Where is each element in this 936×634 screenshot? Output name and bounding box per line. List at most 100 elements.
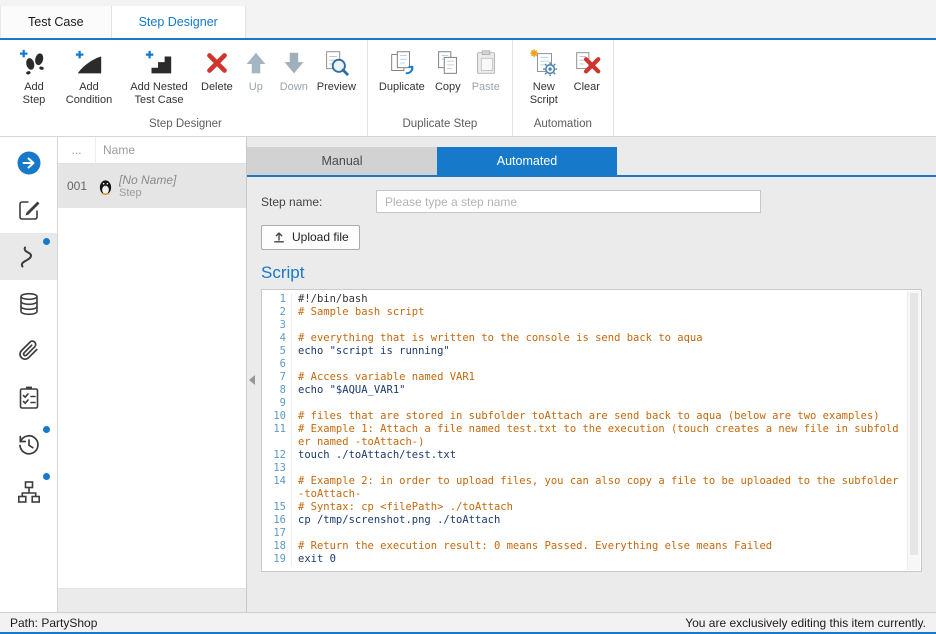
line-number: 1 xyxy=(262,293,292,306)
tab-test-case[interactable]: Test Case xyxy=(0,6,112,38)
ribbon-buttons: Duplicate Copy xyxy=(375,44,505,114)
move-down-button[interactable]: Down xyxy=(275,44,313,97)
code-text: # everything that is written to the cons… xyxy=(298,332,903,345)
rail-item-checklist[interactable] xyxy=(0,374,57,421)
duplicate-button[interactable]: Duplicate xyxy=(375,44,429,97)
code-line: 15# Syntax: cp <filePath> ./toAttach xyxy=(262,501,903,514)
step-name-input[interactable] xyxy=(376,190,761,213)
line-number: 10 xyxy=(262,410,292,423)
code-line: 14# Example 2: in order to upload files,… xyxy=(262,475,903,501)
script-heading: Script xyxy=(261,263,922,283)
line-number: 17 xyxy=(262,527,292,540)
move-up-icon xyxy=(241,47,271,79)
status-path: Path: PartyShop xyxy=(10,616,97,630)
rail-item-edit[interactable] xyxy=(0,186,57,233)
new-script-button[interactable]: New Script xyxy=(520,44,568,110)
ribbon-buttons: New Script Clear xyxy=(520,44,606,114)
add-nested-test-case-button[interactable]: Add Nested Test Case xyxy=(121,44,197,110)
clear-button[interactable]: Clear xyxy=(568,44,606,97)
main-area: ... Name 001 [No Name] Step xyxy=(0,137,936,612)
code-line: 16cp /tmp/screnshot.png ./toAttach xyxy=(262,514,903,527)
details-arrow-icon xyxy=(16,150,42,176)
rail-item-history[interactable] xyxy=(0,421,57,468)
ribbon-group-step-designer: Add Step Add Condition xyxy=(4,40,368,136)
upload-icon xyxy=(272,230,286,244)
upload-row: Upload file xyxy=(261,225,922,250)
script-editor[interactable]: 1 #!/bin/bash2# Sample bash script34 # eve… xyxy=(261,289,922,572)
code-text: exit 0 xyxy=(298,553,903,566)
line-number: 6 xyxy=(262,358,292,371)
upload-file-label: Upload file xyxy=(292,230,349,244)
code-text xyxy=(298,358,903,371)
ribbon: Add Step Add Condition xyxy=(0,40,936,137)
move-down-icon xyxy=(279,47,309,79)
code-line: 7 # Access variable named VAR1 xyxy=(262,371,903,384)
code-text: touch ./toAttach/test.txt xyxy=(298,449,903,462)
preview-icon xyxy=(321,47,351,79)
move-up-button[interactable]: Up xyxy=(237,44,275,97)
edit-icon xyxy=(16,197,42,223)
step-name-row: Step name: xyxy=(261,190,922,213)
code-line: 13 xyxy=(262,462,903,475)
rail-item-data[interactable] xyxy=(0,280,57,327)
upload-file-button[interactable]: Upload file xyxy=(261,225,360,250)
step-list-empty-area xyxy=(58,208,246,588)
add-step-icon xyxy=(19,47,49,79)
code-text: cp /tmp/screnshot.png ./toAttach xyxy=(298,514,903,527)
ribbon-group-label: Automation xyxy=(520,114,606,135)
linux-penguin-icon xyxy=(98,178,113,195)
clear-label: Clear xyxy=(574,81,600,94)
scrollbar-thumb[interactable] xyxy=(910,293,918,555)
step-list-header: ... Name xyxy=(58,137,246,164)
code-line: 8echo "$AQUA_VAR1" xyxy=(262,384,903,397)
code-text: # files that are stored in subfolder toA… xyxy=(298,410,903,423)
ribbon-group-automation: New Script Clear Automation xyxy=(513,40,614,136)
line-number: 12 xyxy=(262,449,292,462)
code-line: 12 touch ./toAttach/test.txt xyxy=(262,449,903,462)
line-number: 15 xyxy=(262,501,292,514)
copy-button[interactable]: Copy xyxy=(429,44,467,97)
code-line: 2# Sample bash script xyxy=(262,306,903,319)
line-number: 18 xyxy=(262,540,292,553)
preview-button[interactable]: Preview xyxy=(313,44,360,97)
add-condition-button[interactable]: Add Condition xyxy=(57,44,121,110)
editor-scrollbar[interactable] xyxy=(907,291,920,570)
add-step-button[interactable]: Add Step xyxy=(11,44,57,110)
step-row[interactable]: 001 [No Name] Step xyxy=(58,164,246,208)
attachments-icon xyxy=(16,338,42,364)
delete-label: Delete xyxy=(201,81,233,94)
ribbon-group-label: Duplicate Step xyxy=(375,114,505,135)
duplicate-icon xyxy=(387,47,417,79)
line-number: 8 xyxy=(262,384,292,397)
tab-manual-label: Manual xyxy=(322,154,363,168)
notification-dot xyxy=(43,426,50,433)
column-options-button[interactable]: ... xyxy=(58,137,96,163)
ribbon-group-label: Step Designer xyxy=(11,114,360,135)
notification-dot xyxy=(43,473,50,480)
code-line: 9 xyxy=(262,397,903,410)
code-line: 3 xyxy=(262,319,903,332)
tab-automated-label: Automated xyxy=(497,154,557,168)
rail-item-details[interactable] xyxy=(0,139,57,186)
rail-item-hierarchy[interactable] xyxy=(0,468,57,515)
code-line: 17 xyxy=(262,527,903,540)
step-list-footer xyxy=(58,588,246,612)
tab-step-designer[interactable]: Step Designer xyxy=(112,6,246,38)
step-title: [No Name] xyxy=(119,173,176,187)
code-text: #!/bin/bash xyxy=(298,293,903,306)
delete-button[interactable]: Delete xyxy=(197,44,237,97)
tab-manual[interactable]: Manual xyxy=(247,147,437,175)
line-number: 7 xyxy=(262,371,292,384)
hierarchy-icon xyxy=(16,479,42,505)
add-condition-icon xyxy=(74,47,104,79)
tab-automated[interactable]: Automated xyxy=(437,147,617,175)
code-line: 4 # everything that is written to the con… xyxy=(262,332,903,345)
paste-button[interactable]: Paste xyxy=(467,44,505,97)
line-number: 4 xyxy=(262,332,292,345)
code-text: # Access variable named VAR1 xyxy=(298,371,903,384)
rail-item-steps[interactable] xyxy=(0,233,57,280)
rail-item-attachments[interactable] xyxy=(0,327,57,374)
code-text: # Sample bash script xyxy=(298,306,903,319)
new-script-icon xyxy=(529,47,559,79)
panel-collapse-handle[interactable] xyxy=(249,375,255,385)
